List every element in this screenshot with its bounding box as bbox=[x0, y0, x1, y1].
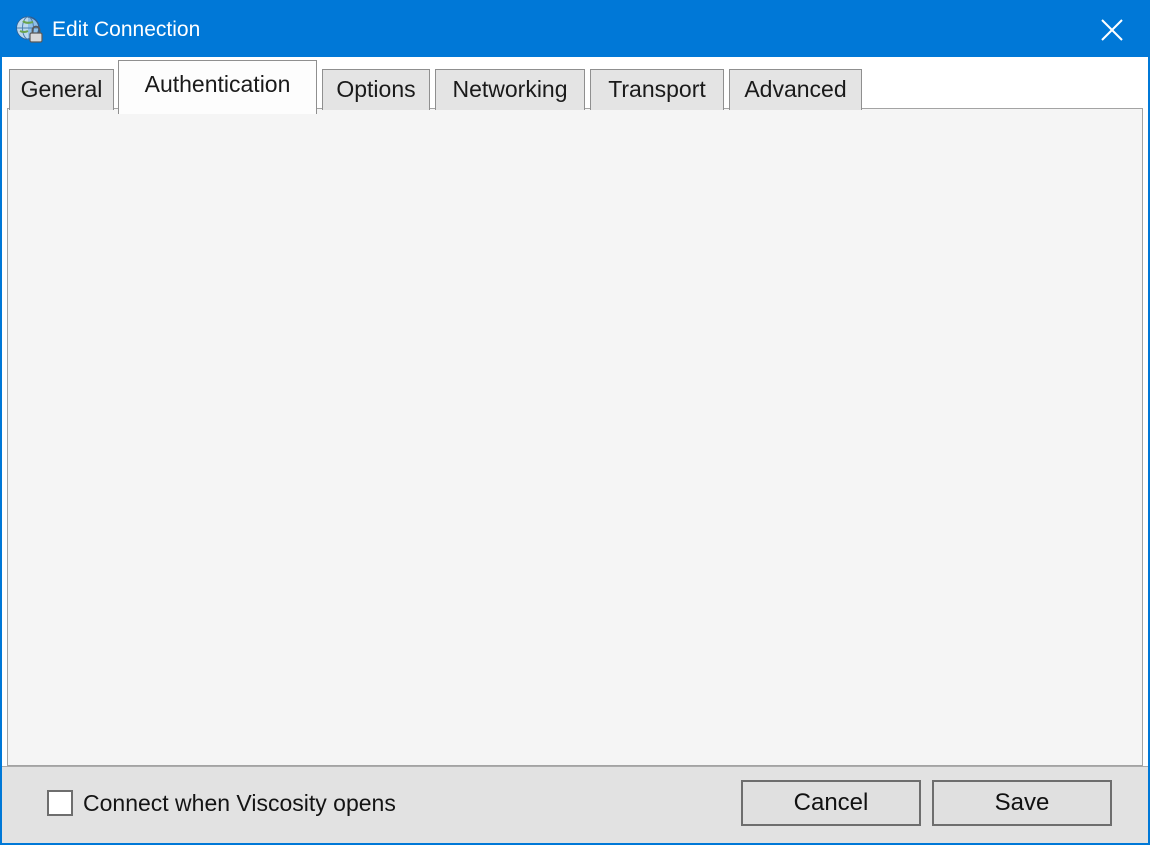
authentication-tab-panel bbox=[7, 108, 1143, 766]
titlebar[interactable]: Edit Connection bbox=[2, 2, 1148, 57]
tab-authentication[interactable]: Authentication bbox=[118, 60, 317, 114]
cancel-button[interactable]: Cancel bbox=[741, 780, 921, 826]
tab-strip: General Authentication Options Networkin… bbox=[2, 57, 1148, 110]
tab-label: Options bbox=[336, 76, 415, 102]
connect-on-open-label: Connect when Viscosity opens bbox=[83, 790, 396, 816]
tab-label: Transport bbox=[608, 76, 706, 102]
close-button[interactable] bbox=[1090, 14, 1134, 46]
tab-label: General bbox=[21, 76, 103, 102]
tab-label: Authentication bbox=[145, 71, 291, 97]
tab-general[interactable]: General bbox=[9, 69, 114, 110]
tab-transport[interactable]: Transport bbox=[590, 69, 724, 110]
close-icon bbox=[1099, 17, 1125, 43]
save-button[interactable]: Save bbox=[932, 780, 1112, 826]
connect-on-open-checkbox[interactable] bbox=[47, 790, 73, 816]
tab-options[interactable]: Options bbox=[322, 69, 430, 110]
tab-networking[interactable]: Networking bbox=[435, 69, 585, 110]
window-title: Edit Connection bbox=[52, 2, 200, 57]
tab-advanced[interactable]: Advanced bbox=[729, 69, 862, 110]
globe-lock-icon bbox=[14, 15, 44, 45]
edit-connection-dialog: Edit Connection General Authentication O… bbox=[0, 0, 1150, 845]
tab-label: Networking bbox=[452, 76, 567, 102]
tab-label: Advanced bbox=[744, 76, 846, 102]
